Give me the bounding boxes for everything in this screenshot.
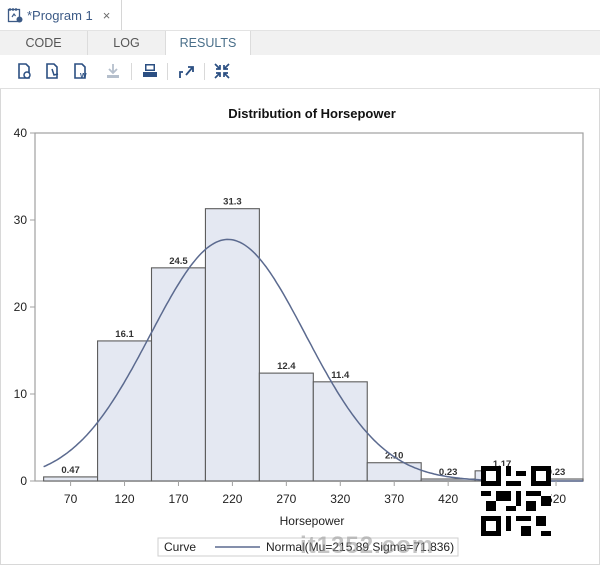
download-pdf-button[interactable]	[44, 62, 62, 80]
histogram-bar-370	[366, 462, 422, 482]
x-tick-label: 320	[330, 492, 350, 506]
tab-results[interactable]: RESULTS	[166, 31, 251, 55]
open-new-window-icon	[179, 66, 194, 78]
tab-program-1[interactable]: *Program 1 ×	[0, 0, 122, 30]
x-tick-label: 270	[276, 492, 296, 506]
x-tick-label: 370	[384, 492, 404, 506]
collapse-button[interactable]	[213, 62, 231, 80]
tab-program-1-label: *Program 1	[27, 7, 93, 23]
toolbar-separator	[204, 63, 205, 80]
watermark-text: it1352.com	[300, 532, 435, 559]
program-file-icon	[7, 7, 23, 23]
bar-value-label: 16.1	[115, 329, 134, 340]
bar-value-label: 0.47	[61, 465, 80, 476]
tab-log[interactable]: LOG	[88, 31, 166, 55]
print-button[interactable]	[141, 62, 159, 80]
chart-title: Distribution of Horsepower	[228, 106, 396, 121]
x-tick-label: 70	[64, 492, 78, 506]
bar-value-label: 12.4	[277, 361, 296, 372]
collapse-icon	[214, 63, 230, 79]
print-icon	[143, 64, 157, 77]
download-html-button[interactable]	[16, 62, 34, 80]
x-tick-label: 220	[222, 492, 242, 506]
y-tick-label: 40	[14, 126, 28, 140]
tab-code[interactable]: CODE	[0, 31, 88, 55]
toolbar-separator	[167, 63, 168, 80]
download-word-button[interactable]: W	[72, 62, 90, 80]
sub-tab-bar: CODE LOG RESULTS	[0, 31, 600, 55]
histogram-bar-70	[43, 476, 99, 482]
toolbar-separator	[131, 63, 132, 80]
y-tick-label: 10	[14, 387, 28, 401]
qr-code-watermark	[481, 466, 551, 536]
document-tab-bar: *Program 1 ×	[0, 0, 600, 31]
x-tick-label: 420	[438, 492, 458, 506]
bar-value-label: 24.5	[169, 256, 188, 267]
download-pdf-icon	[46, 63, 59, 79]
x-tick-label: 170	[168, 492, 188, 506]
download-icon	[107, 64, 119, 78]
legend-title: Curve	[164, 540, 196, 554]
open-new-window-button[interactable]	[177, 62, 195, 80]
svg-text:W: W	[80, 73, 87, 80]
histogram-bar-270	[258, 372, 314, 482]
histogram-bar-170	[150, 267, 206, 482]
download-html-icon	[18, 63, 31, 79]
close-icon[interactable]: ×	[103, 8, 111, 23]
y-tick-label: 0	[20, 474, 27, 488]
download-word-icon: W	[74, 63, 87, 80]
download-button[interactable]	[104, 62, 122, 80]
x-axis-label: Horsepower	[280, 514, 345, 528]
results-toolbar: W	[0, 55, 600, 89]
y-tick-label: 20	[14, 300, 28, 314]
bar-value-label: 31.3	[223, 197, 242, 208]
bar-value-label: 11.4	[331, 370, 350, 381]
x-tick-label: 120	[115, 492, 135, 506]
y-tick-label: 30	[14, 213, 28, 227]
